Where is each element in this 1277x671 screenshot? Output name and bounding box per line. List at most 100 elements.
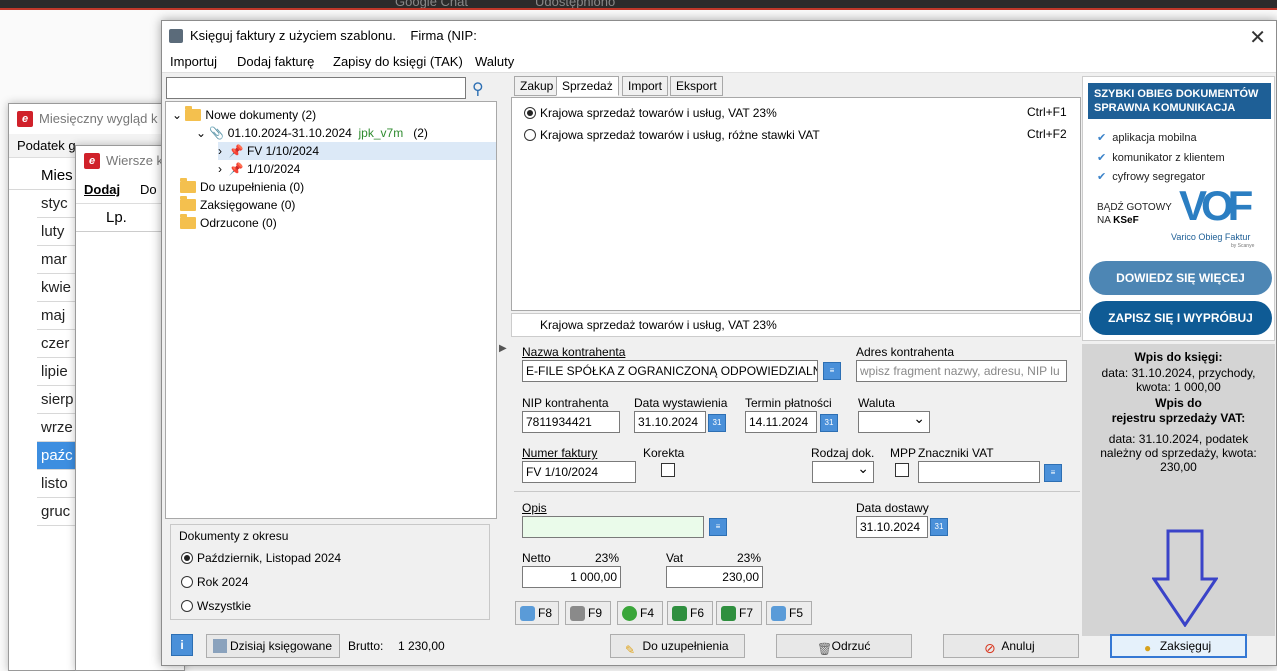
correction-checkbox[interactable]: [661, 463, 675, 477]
dialog-menu-bar: Importuj Dodaj fakturę Zapisy do księgi …: [162, 51, 1276, 73]
doc-type-label: Rodzaj dok.: [811, 446, 875, 460]
template-mixed-vat[interactable]: Krajowa sprzedaż towarów i usług, różne …: [524, 128, 820, 142]
vat-register-text: data: 31.10.2024, podatek należny od spr…: [1100, 432, 1257, 474]
signup-button[interactable]: ZAPISZ SIĘ I WYPRÓBUJ: [1089, 301, 1272, 335]
calendar-icon[interactable]: 31: [820, 414, 838, 432]
due-date-field[interactable]: 14.11.2024: [745, 411, 817, 433]
tree-node-rejected[interactable]: Odrzucone (0): [180, 214, 277, 232]
vat-register-title-2: rejestru sprzedaży VAT:: [1111, 411, 1246, 425]
to-complete-button[interactable]: ✎ Do uzupełnienia: [610, 634, 745, 658]
redo-f7-button[interactable]: F7: [716, 601, 762, 625]
today-booked-button[interactable]: Dzisiaj księgowane: [206, 634, 340, 658]
net-rate: 23%: [595, 551, 620, 565]
vat-label: Vat: [666, 551, 684, 565]
ad-feature-mobile: ✔ aplikacja mobilna: [1097, 132, 1197, 144]
desc-field[interactable]: [522, 516, 704, 538]
period-option-month[interactable]: Październik, Listopad 2024: [181, 551, 341, 565]
ad-banner[interactable]: SZYBKI OBIEG DOKUMENTÓW SPRAWNA KOMUNIKAC…: [1082, 76, 1275, 341]
period-option-all[interactable]: Wszystkie: [181, 599, 251, 613]
find-f5-button[interactable]: F5: [766, 601, 812, 625]
expand-icon[interactable]: ›: [218, 162, 222, 176]
reject-button[interactable]: 🗑 Odrzuć: [776, 634, 912, 658]
menu-ledger-entries[interactable]: Zapisy do księgi (TAK): [333, 54, 463, 69]
tree-node-to-complete[interactable]: Do uzupełnienia (0): [180, 178, 304, 196]
selected-template-caption: Krajowa sprzedaż towarów i usług, VAT 23…: [540, 318, 777, 332]
tab-import[interactable]: Import: [622, 76, 669, 96]
delivery-date-field[interactable]: 31.10.2024: [856, 516, 928, 538]
book-invoices-dialog: Księguj faktury z użyciem szablonu. Firm…: [161, 20, 1277, 666]
mpp-checkbox[interactable]: [895, 463, 909, 477]
month-header-label: Mies: [41, 167, 73, 184]
gross-label: Brutto:: [348, 639, 384, 653]
info-icon[interactable]: i: [171, 634, 193, 656]
menu-other[interactable]: Do: [140, 176, 157, 204]
currency-select[interactable]: [858, 410, 930, 433]
close-icon[interactable]: ✕: [1249, 25, 1266, 50]
vof-logo: VOF: [1179, 182, 1253, 229]
ad-feature-chat: ✔ komunikator z klientem: [1097, 152, 1225, 164]
period-option-year[interactable]: Rok 2024: [181, 575, 248, 589]
issue-date-field[interactable]: 31.10.2024: [634, 411, 706, 433]
collapse-icon[interactable]: ⌄: [172, 108, 182, 122]
selected-template-caption-box: Krajowa sprzedaż towarów i usług, VAT 23…: [511, 313, 1081, 337]
folder-icon: [180, 214, 196, 229]
tab-sales[interactable]: Sprzedaż: [556, 76, 619, 96]
menu-import[interactable]: Importuj: [170, 54, 217, 69]
menu-add[interactable]: Dodaj: [84, 176, 120, 204]
menu-currencies[interactable]: Waluty: [475, 54, 514, 69]
app-icon: e: [84, 153, 100, 169]
contractor-list-icon[interactable]: ≡: [823, 362, 841, 380]
tree-node-new[interactable]: ⌄ Nowe dokumenty (2): [172, 106, 316, 124]
firm-label: Firma (NIP:: [410, 28, 477, 43]
vat-field[interactable]: 230,00: [666, 566, 763, 588]
tree-node-doc2[interactable]: › 📌 1/10/2024: [218, 160, 300, 178]
period-filter-legend: Dokumenty z okresu: [179, 529, 289, 543]
search-input[interactable]: [166, 77, 466, 99]
magnifier-icon: [771, 606, 786, 621]
nip-label: NIP kontrahenta: [522, 396, 609, 410]
find-f8-button[interactable]: F8: [515, 601, 559, 625]
undo-icon: [672, 606, 687, 621]
address-field[interactable]: wpisz fragment nazwy, adresu, NIP lu: [856, 360, 1067, 382]
menu-add-invoice[interactable]: Dodaj fakturę: [237, 54, 314, 69]
book-button[interactable]: ● Zaksięguj: [1110, 634, 1247, 658]
contractor-field[interactable]: E-FILE SPÓŁKA Z OGRANICZONĄ ODPOWIEDZIAL…: [522, 360, 818, 382]
delivery-date-label: Data dostawy: [856, 501, 929, 515]
invoice-no-field[interactable]: FV 1/10/2024: [522, 461, 636, 483]
desc-list-icon[interactable]: ≡: [709, 518, 727, 536]
template-vat23[interactable]: Krajowa sprzedaż towarów i usług, VAT 23…: [524, 106, 777, 120]
tab-export[interactable]: Eksport: [670, 76, 723, 96]
search-icon[interactable]: ⚲: [472, 79, 484, 99]
expand-icon[interactable]: ›: [218, 144, 222, 158]
period-filter-box: Dokumenty z okresu Październik, Listopad…: [170, 524, 490, 620]
net-field[interactable]: 1 000,00: [522, 566, 621, 588]
vat-flags-list-icon[interactable]: ≡: [1044, 464, 1062, 482]
due-date-label: Termin płatności: [745, 396, 832, 410]
calendar-icon[interactable]: 31: [930, 518, 948, 536]
delete-f9-button[interactable]: F9: [565, 601, 611, 625]
folder-icon: [180, 196, 196, 211]
doc-type-select[interactable]: [812, 460, 874, 483]
check-icon: ✔: [1097, 171, 1107, 183]
vat-flags-field[interactable]: [918, 461, 1040, 483]
collapse-icon[interactable]: ⌄: [196, 126, 206, 140]
tree-node-doc1[interactable]: › 📌 FV 1/10/2024: [218, 142, 496, 160]
undo-f6-button[interactable]: F6: [667, 601, 713, 625]
cancel-icon: ⊘: [984, 640, 996, 656]
redo-icon: [721, 606, 736, 621]
tab-purchase[interactable]: Zakup: [514, 76, 560, 96]
trash-icon: [570, 606, 585, 621]
contractor-label: Nazwa kontrahenta: [522, 345, 626, 359]
ledger-entry-text: data: 31.10.2024, przychody, kwota: 1 00…: [1101, 366, 1256, 394]
tree-node-period[interactable]: ⌄ 📎 01.10.2024-31.10.2024 jpk_v7m (2): [196, 124, 428, 142]
learn-more-button[interactable]: DOWIEDZ SIĘ WIĘCEJ: [1089, 261, 1272, 295]
desc-label: Opis: [522, 501, 547, 515]
nip-field[interactable]: 7811934421: [522, 411, 620, 433]
add-f4-button[interactable]: F4: [617, 601, 663, 625]
shortcut-ctrl-f2: Ctrl+F2: [1027, 127, 1067, 141]
calendar-icon[interactable]: 31: [708, 414, 726, 432]
cancel-button[interactable]: ⊘ Anuluj: [943, 634, 1079, 658]
paperclip-icon: 📎: [209, 126, 225, 140]
tree-node-booked[interactable]: Zaksięgowane (0): [180, 196, 295, 214]
splitter-arrow-icon[interactable]: ▶: [499, 343, 507, 354]
